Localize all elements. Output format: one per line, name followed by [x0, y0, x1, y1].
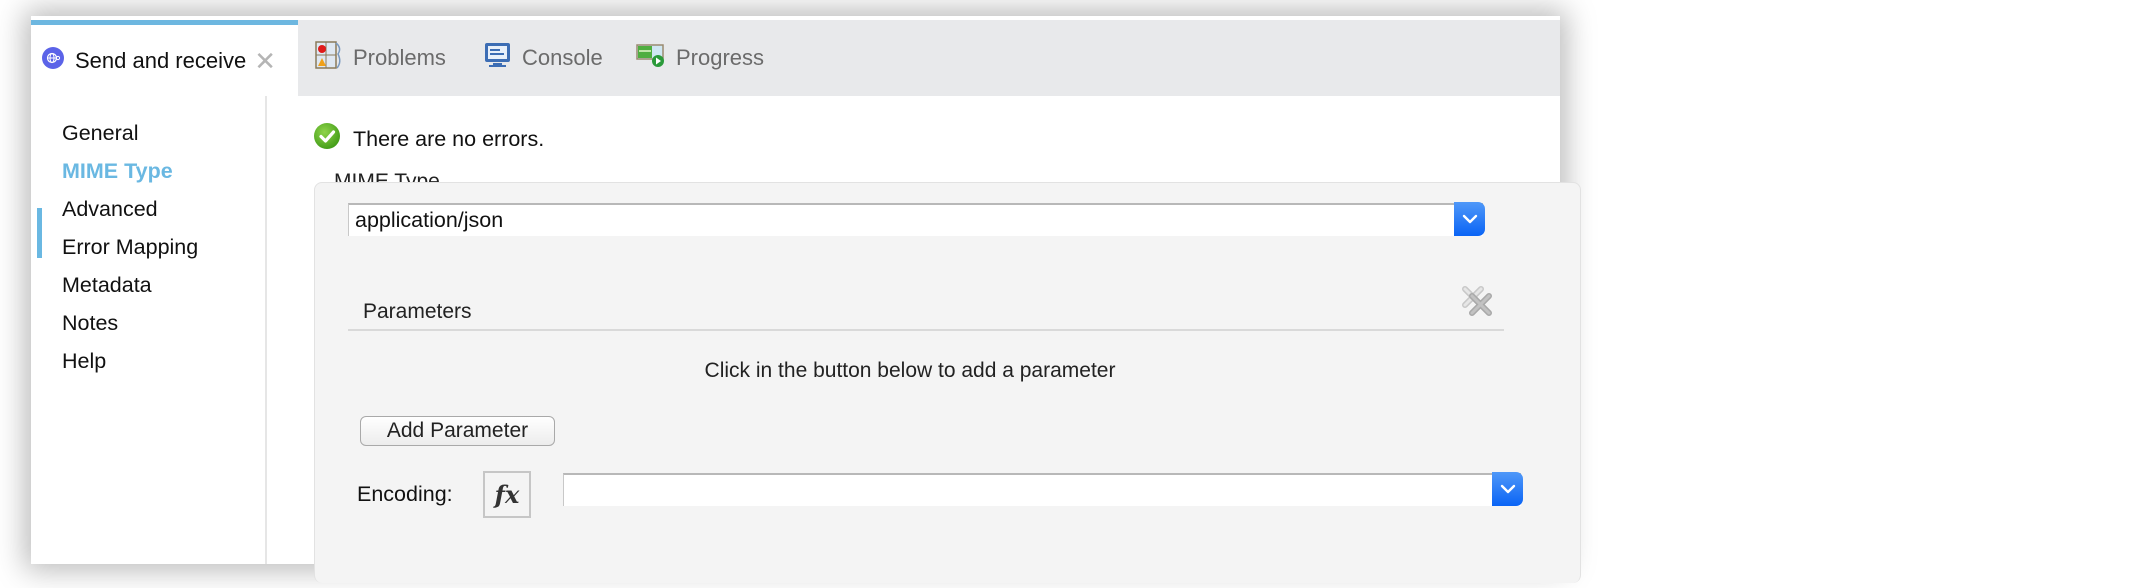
close-tab-icon[interactable]: ✕	[254, 48, 276, 74]
remove-parameter-icon[interactable]	[1460, 284, 1494, 323]
mime-type-panel: There are no errors. MIME Type applicati…	[267, 96, 1581, 583]
sidebar-item-help[interactable]: Help	[62, 349, 106, 374]
parameters-hint: Click in the button below to add a param…	[704, 359, 1116, 382]
view-tab-bar: Send and receive ✕ Problems Console Prog…	[31, 20, 1560, 96]
tab-problems[interactable]: Problems	[315, 20, 446, 96]
mime-type-dropdown-button[interactable]	[1454, 202, 1485, 236]
tab-label: Send and receive	[75, 47, 247, 73]
sidebar-item-error-mapping[interactable]: Error Mapping	[62, 235, 198, 260]
tab-label: Console	[522, 45, 603, 70]
properties-window: Send and receive ✕ Problems Console Prog…	[31, 16, 1581, 583]
encoding-label: Encoding:	[357, 482, 453, 506]
problems-icon	[315, 40, 343, 76]
tab-send-and-receive[interactable]: Send and receive ✕	[31, 20, 298, 96]
parameters-title: Parameters	[363, 300, 472, 323]
mime-type-combobox[interactable]: application/json	[348, 202, 1485, 236]
encoding-combobox[interactable]	[563, 472, 1523, 506]
success-check-icon	[313, 122, 341, 156]
globe-connector-icon	[41, 46, 65, 76]
tab-label: Problems	[353, 45, 446, 70]
encoding-dropdown-button[interactable]	[1492, 472, 1523, 506]
mime-type-group: application/json Parameters Click in the…	[314, 182, 1581, 583]
console-monitor-icon	[484, 42, 512, 74]
chevron-down-icon	[1500, 484, 1515, 494]
sidebar-item-mime-type[interactable]: MIME Type	[62, 159, 173, 184]
tab-console[interactable]: Console	[484, 20, 603, 96]
properties-sidebar: General MIME Type Advanced Error Mapping…	[31, 96, 267, 564]
progress-icon	[636, 42, 666, 74]
mime-type-value: application/json	[355, 208, 504, 232]
sidebar-item-general[interactable]: General	[62, 121, 139, 146]
active-section-marker	[37, 208, 42, 258]
sidebar-item-metadata[interactable]: Metadata	[62, 273, 152, 298]
tab-label: Progress	[676, 45, 765, 70]
tab-progress[interactable]: Progress	[636, 20, 764, 96]
parameters-separator	[348, 329, 1504, 331]
expression-mode-toggle[interactable]: fx	[483, 471, 531, 518]
chevron-down-icon	[1462, 214, 1477, 224]
sidebar-item-advanced[interactable]: Advanced	[62, 197, 158, 222]
sidebar-item-notes[interactable]: Notes	[62, 311, 118, 336]
validation-status: There are no errors.	[313, 122, 544, 156]
add-parameter-button[interactable]: Add Parameter	[360, 416, 555, 446]
status-text: There are no errors.	[353, 126, 545, 151]
